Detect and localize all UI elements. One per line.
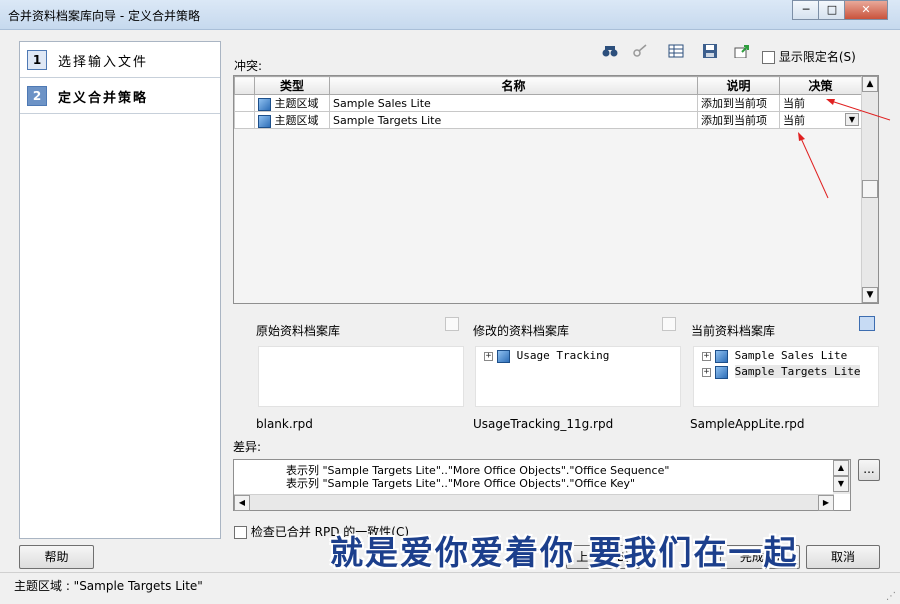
export-icon[interactable] [731,44,753,64]
grid-view-icon[interactable] [665,44,687,64]
row-indicator [234,111,255,129]
save-icon[interactable] [699,44,721,64]
resize-grip-icon[interactable]: ⋰ [886,591,896,602]
column-header-name[interactable]: 名称 [329,76,698,95]
type-text: 主题区域 [274,114,319,127]
tree-item-label: Sample Targets Lite [734,365,861,378]
annotation-arrows [798,99,891,199]
step-select-input-files[interactable]: 1 选择输入文件 [20,42,220,78]
window-title: 合并资料档案库向导 - 定义合并策略 [8,9,200,23]
table-row[interactable]: 主题区域 Sample Targets Lite 添加到当前项 当前 ▼ [234,111,862,129]
original-repo-tree[interactable] [258,346,464,407]
find-icon[interactable] [599,44,621,64]
description-cell: 添加到当前项 [697,94,780,112]
help-button[interactable]: 帮助 [19,545,94,569]
differences-label: 差异: [233,440,262,454]
checkbox-box[interactable] [234,526,247,539]
expand-icon[interactable]: + [702,351,711,361]
row-indicator [234,94,255,112]
subject-area-icon [497,349,510,363]
differences-box[interactable]: 表示列 "Sample Targets Lite".."More Office … [233,459,851,511]
more-button[interactable]: ... [858,459,880,481]
scroll-up-icon[interactable]: ▲ [833,460,849,476]
step-number: 2 [27,86,47,106]
subject-area-icon [715,365,728,379]
subject-area-icon [258,114,271,128]
current-repo-option-icon[interactable] [859,316,875,331]
difference-line: 表示列 "Sample Targets Lite".."More Office … [286,477,636,490]
original-repo-file: blank.rpd [256,417,313,431]
column-header-description[interactable]: 说明 [697,76,780,95]
minimize-button[interactable]: ─ [792,0,820,20]
step-define-merge-strategy[interactable]: 2 定义合并策略 [20,78,220,114]
current-repo-file: SampleAppLite.rpd [690,417,805,431]
subject-area-icon [258,97,271,111]
show-qualified-names-label: 显示限定名(S) [778,50,856,64]
step-label: 定义合并策略 [58,91,149,106]
conflicts-label: 冲突: [234,59,263,73]
scroll-right-icon[interactable]: ▶ [818,495,834,511]
scroll-left-icon[interactable]: ◀ [234,495,250,511]
modified-repo-title: 修改的资料档案库 [473,324,570,338]
column-header-type[interactable]: 类型 [254,76,330,95]
name-cell: Sample Sales Lite [329,94,698,112]
current-repo-tree[interactable]: + Sample Sales Lite + Sample Targets Lit… [693,346,879,407]
subject-area-icon [715,349,728,363]
description-cell: 添加到当前项 [697,111,780,129]
cancel-button[interactable]: 取消 [806,545,880,569]
status-text: 主题区域 : "Sample Targets Lite" [14,579,203,593]
conflicts-grid[interactable]: 类型 名称 说明 决策 主题区域 Sample Sales Lite 添加到当前… [233,75,879,304]
scroll-down-icon[interactable]: ▼ [833,476,849,492]
steps-panel: 1 选择输入文件 2 定义合并策略 [19,41,221,539]
find-next-icon[interactable] [629,44,651,64]
checkbox-box[interactable] [762,51,775,64]
title-bar: 合并资料档案库向导 - 定义合并策略 ─ □ ✕ [0,0,900,30]
status-bar: 主题区域 : "Sample Targets Lite" ⋰ [0,572,900,604]
tree-item-label: Usage Tracking [516,349,610,362]
tree-item-label: Sample Sales Lite [734,349,848,362]
expand-icon[interactable]: + [702,367,711,377]
type-cell: 主题区域 [254,94,330,112]
modified-repo-option-icon[interactable] [662,317,676,331]
modified-repo-tree[interactable]: + Usage Tracking [475,346,681,407]
step-number: 1 [27,50,47,70]
original-repo-option-icon[interactable] [445,317,459,331]
type-cell: 主题区域 [254,111,330,129]
table-row[interactable]: 主题区域 Sample Sales Lite 添加到当前项 当前 [234,94,862,112]
expand-icon[interactable]: + [484,351,493,361]
differences-hscroll[interactable]: ◀ ▶ [234,494,834,511]
step-label: 选择输入文件 [58,55,149,70]
tree-item-selected[interactable]: + Sample Targets Lite [694,364,878,380]
row-indicator-header [234,76,255,95]
scroll-down-icon[interactable]: ▼ [862,287,878,303]
subtitle-overlay: 就是爱你爱着你 要我们在一起 [330,533,799,572]
tree-item[interactable]: + Sample Sales Lite [694,348,878,364]
close-button[interactable]: ✕ [844,0,888,20]
modified-repo-file: UsageTracking_11g.rpd [473,417,614,431]
maximize-button[interactable]: □ [818,0,846,20]
show-qualified-names-checkbox[interactable]: 显示限定名(S) [762,48,856,65]
type-text: 主题区域 [274,97,319,110]
name-cell: Sample Targets Lite [329,111,698,129]
tree-item[interactable]: + Usage Tracking [476,348,680,364]
original-repo-title: 原始资料档案库 [256,324,341,338]
current-repo-title: 当前资料档案库 [691,324,776,338]
differences-vscroll[interactable]: ▲ ▼ [833,460,850,494]
